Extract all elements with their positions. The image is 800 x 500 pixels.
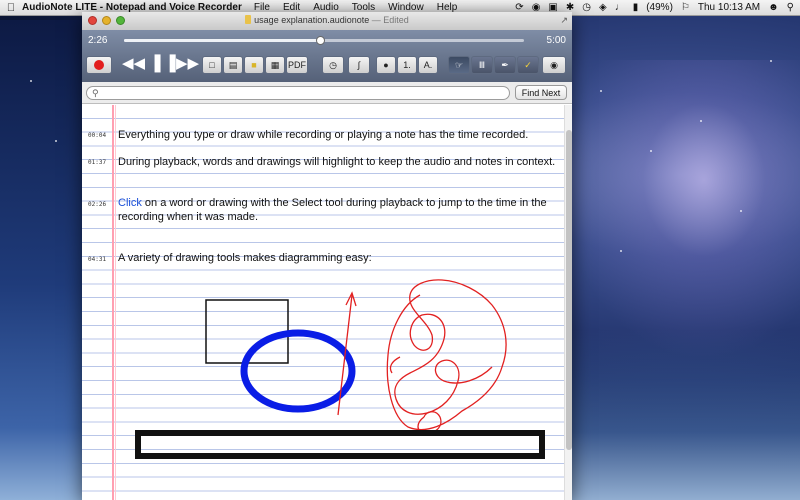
pdf-label: PDF (288, 60, 306, 70)
camera-icon: ◉ (550, 59, 558, 70)
export-pdf-button[interactable]: PDF (286, 56, 308, 74)
scrubber-handle[interactable] (316, 36, 325, 45)
battery-percent[interactable]: (49%) (646, 2, 673, 13)
math-button[interactable]: ∫ (348, 56, 370, 74)
volume-icon[interactable]: ♩ (615, 2, 625, 13)
integral-icon: ∫ (357, 60, 361, 70)
search-input[interactable] (86, 86, 510, 100)
window-titlebar: usage explanation.audionote — Edited ↗ (82, 12, 572, 30)
user-icon[interactable]: ☻ (768, 2, 779, 13)
yellow-page-icon: ■ (251, 60, 257, 70)
star (650, 150, 652, 152)
vertical-scrollbar[interactable] (564, 105, 572, 500)
elapsed-time: 2:26 (88, 35, 108, 46)
star (740, 210, 742, 212)
bullet-button[interactable]: ● (376, 56, 396, 74)
highlighter-icon: ✓ (524, 59, 532, 70)
playback-controls: 2:26 5:00 ◀◀ ❚❚ ▶▶ □ ▤ ■ ▦ PDF ◷ ∫ ● 1. … (82, 30, 572, 82)
scrollbar-thumb[interactable] (566, 130, 572, 450)
fast-forward-icon[interactable]: ▶▶ (176, 54, 199, 72)
desktop-horizon (572, 330, 800, 500)
star (55, 140, 57, 142)
menu-clock[interactable]: Thu 10:13 AM (698, 2, 760, 13)
page-icon: □ (209, 60, 215, 70)
drawn-freehand-scribble[interactable] (386, 279, 507, 431)
drawing-layer (135, 279, 545, 459)
pen-icon: ✒ (501, 59, 509, 70)
document-name: usage explanation.audionote (254, 15, 370, 25)
grid-icon: ▦ (270, 59, 280, 70)
spotlight-icon[interactable]: ⚲ (787, 2, 794, 13)
camera-button[interactable]: ◉ (542, 56, 566, 74)
document-icon (245, 15, 252, 24)
total-time: 5:00 (546, 35, 566, 46)
lined-page-button[interactable]: ▤ (223, 56, 243, 74)
search-bar: ⚲ Find Next (82, 82, 572, 104)
apple-icon[interactable]:  (0, 2, 22, 14)
star (770, 60, 772, 62)
star (600, 90, 602, 92)
window-title: usage explanation.audionote — Edited (82, 15, 572, 25)
bullet-icon: ● (383, 60, 389, 70)
text-cursor-icon: Ⅲ (478, 59, 486, 70)
star (30, 80, 32, 82)
star (700, 120, 702, 122)
desktop-background (0, 20, 82, 500)
search-icon: ⚲ (92, 88, 99, 98)
font-label: A. (423, 60, 433, 70)
fullscreen-icon[interactable]: ↗ (560, 15, 568, 26)
wifi-icon[interactable]: ◈ (599, 2, 607, 13)
scrubber-progress (124, 39, 320, 42)
document-status: — Edited (371, 15, 409, 25)
audionote-window: usage explanation.audionote — Edited ↗ 2… (82, 12, 572, 500)
drawn-freehand-stroke[interactable] (389, 356, 401, 374)
desktop-nebula (560, 60, 800, 360)
text-tool-button[interactable]: Ⅲ (471, 56, 493, 74)
pen-tool-button[interactable]: ✒ (494, 56, 516, 74)
highlighter-tool-button[interactable]: ✓ (517, 56, 539, 74)
record-button[interactable] (86, 56, 112, 74)
flag-icon[interactable]: ⚐ (681, 2, 690, 13)
drawn-ellipse[interactable] (240, 329, 356, 413)
playback-scrubber[interactable] (124, 36, 524, 45)
yellow-page-button[interactable]: ■ (244, 56, 264, 74)
select-tool-button[interactable]: ☞ (448, 56, 470, 74)
blank-page-button[interactable]: □ (202, 56, 222, 74)
star (620, 250, 622, 252)
battery-icon[interactable]: ▮ (633, 2, 639, 13)
drawn-bar[interactable] (135, 430, 545, 459)
line-width-label: 1. (403, 60, 411, 70)
record-icon (94, 60, 104, 70)
rewind-icon[interactable]: ◀◀ (122, 54, 145, 72)
find-next-button[interactable]: Find Next (515, 85, 567, 100)
timestamp-button[interactable]: ◷ (322, 56, 344, 74)
grid-page-button[interactable]: ▦ (265, 56, 285, 74)
time-machine-icon[interactable]: ◷ (582, 2, 591, 13)
page-lined-icon: ▤ (228, 59, 238, 70)
clock-icon: ◷ (329, 59, 337, 70)
hand-pointer-icon: ☞ (454, 59, 464, 70)
font-button[interactable]: A. (418, 56, 438, 74)
line-width-button[interactable]: 1. (397, 56, 417, 74)
